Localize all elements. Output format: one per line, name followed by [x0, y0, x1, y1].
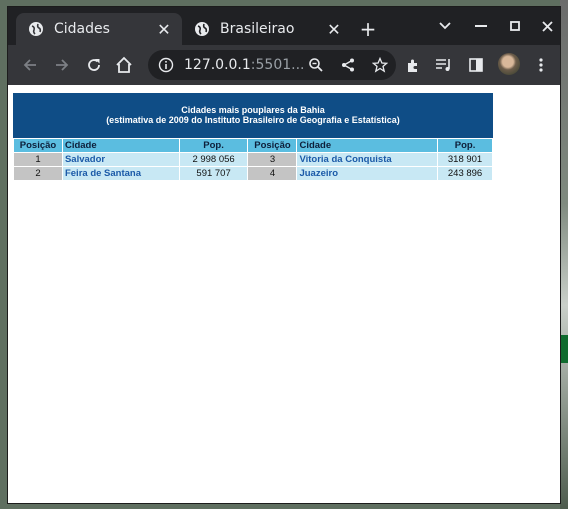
- header-position: Posição: [13, 138, 63, 153]
- table-row: 2 Feira de Santana 591 707 4 Juazeiro 24…: [13, 166, 493, 181]
- cities-table-container: Cidades mais pouplares da Bahia (estimat…: [13, 93, 493, 181]
- new-tab-button[interactable]: +: [358, 19, 378, 39]
- browser-window: Cidades ✕ Brasileirao ✕ + 127.0.0.1:5501…: [7, 6, 561, 504]
- tab-strip: Cidades ✕ Brasileirao ✕ +: [8, 7, 560, 45]
- profile-avatar[interactable]: [498, 53, 520, 75]
- table-caption: Cidades mais pouplares da Bahia (estimat…: [13, 93, 493, 138]
- cities-table: Posição Cidade Pop. Posição Cidade Pop. …: [13, 138, 493, 181]
- home-icon[interactable]: [114, 55, 134, 75]
- header-population: Pop.: [437, 138, 493, 153]
- site-info-icon[interactable]: [158, 57, 174, 73]
- city-cell: Juazeiro: [296, 166, 439, 181]
- desktop-background: [560, 0, 568, 509]
- population-cell: 318 901: [437, 152, 493, 167]
- reload-icon[interactable]: [84, 55, 104, 75]
- close-window-icon[interactable]: [536, 15, 558, 37]
- position-cell: 4: [247, 166, 298, 181]
- more-menu-icon[interactable]: [531, 55, 551, 75]
- table-subtitle: (estimativa de 2009 do Instituto Brasile…: [106, 115, 400, 125]
- tab-title: Cidades: [54, 21, 110, 37]
- globe-icon: [194, 21, 210, 37]
- page-content: Cidades mais pouplares da Bahia (estimat…: [8, 85, 560, 503]
- table-title: Cidades mais pouplares da Bahia: [181, 105, 325, 115]
- address-bar[interactable]: 127.0.0.1:5501...: [148, 50, 396, 80]
- url-text: 127.0.0.1:5501...: [184, 57, 305, 73]
- position-cell: 3: [247, 152, 298, 167]
- minimize-icon[interactable]: [470, 15, 492, 37]
- population-cell: 2 998 056: [178, 152, 249, 167]
- close-tab-icon[interactable]: ✕: [156, 20, 172, 39]
- header-city: Cidade: [61, 138, 180, 153]
- back-icon[interactable]: [20, 55, 40, 75]
- extensions-icon[interactable]: [403, 55, 423, 75]
- position-cell: 2: [13, 166, 63, 181]
- share-icon[interactable]: [340, 57, 356, 73]
- tab-search-icon[interactable]: [434, 15, 456, 37]
- population-cell: 243 896: [437, 166, 493, 181]
- header-position: Posição: [247, 138, 298, 153]
- city-cell: Vitoria da Conquista: [296, 152, 439, 167]
- table-row: 1 Salvador 2 998 056 3 Vitoria da Conqui…: [13, 152, 493, 167]
- table-header-row: Posição Cidade Pop. Posição Cidade Pop.: [13, 138, 493, 153]
- tab-title: Brasileirao: [220, 21, 295, 37]
- tab-brasileirao[interactable]: Brasileirao ✕: [182, 13, 352, 45]
- tab-cidades[interactable]: Cidades ✕: [16, 13, 182, 45]
- zoom-icon[interactable]: [308, 57, 324, 73]
- position-cell: 1: [13, 152, 63, 167]
- browser-toolbar: 127.0.0.1:5501...: [8, 45, 560, 85]
- city-cell: Salvador: [61, 152, 180, 167]
- header-population: Pop.: [178, 138, 249, 153]
- bookmark-star-icon[interactable]: [372, 57, 388, 73]
- maximize-icon[interactable]: [504, 15, 526, 37]
- globe-icon: [28, 21, 44, 37]
- side-panel-icon[interactable]: [466, 55, 486, 75]
- city-cell: Feira de Santana: [61, 166, 180, 181]
- population-cell: 591 707: [178, 166, 249, 181]
- media-control-icon[interactable]: [434, 55, 454, 75]
- forward-icon[interactable]: [52, 55, 72, 75]
- desktop-green-element: [561, 335, 568, 363]
- header-city: Cidade: [296, 138, 439, 153]
- close-tab-icon[interactable]: ✕: [326, 20, 342, 39]
